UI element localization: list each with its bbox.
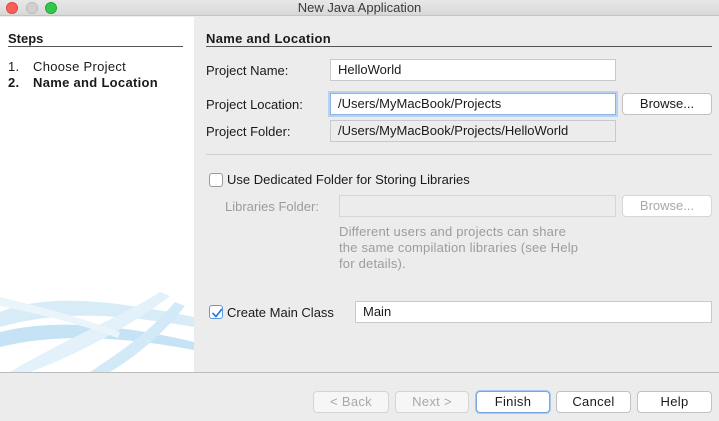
step-label: Name and Location — [33, 75, 159, 90]
libraries-help-text: Different users and projects can share t… — [339, 224, 578, 272]
wizard-footer: < Back Next > Finish Cancel Help — [0, 372, 719, 421]
help-line: for details). — [339, 256, 406, 271]
steps-title: Steps — [8, 31, 44, 46]
back-button[interactable]: < Back — [313, 391, 389, 413]
step-number: 1. — [8, 59, 20, 74]
project-location-label: Project Location: — [206, 97, 303, 112]
step-choose-project: 1. Choose Project — [8, 59, 126, 74]
steps-panel: Steps 1. Choose Project 2. Name and Locati… — [0, 17, 194, 372]
next-button[interactable]: Next > — [395, 391, 469, 413]
create-main-class-label[interactable]: Create Main Class — [227, 305, 334, 320]
create-main-class-checkbox[interactable] — [209, 305, 223, 319]
decorative-swoosh-graphic — [0, 292, 194, 372]
step-label: Choose Project — [33, 59, 127, 74]
step-number: 2. — [8, 75, 20, 90]
main-class-field[interactable]: Main — [355, 301, 712, 323]
finish-button[interactable]: Finish — [476, 391, 550, 413]
cancel-button[interactable]: Cancel — [556, 391, 631, 413]
step-name-and-location: 2. Name and Location — [8, 75, 158, 90]
steps-divider — [8, 46, 183, 47]
browse-libraries-button[interactable]: Browse... — [622, 195, 712, 217]
project-location-field[interactable]: /Users/MyMacBook/Projects — [330, 93, 616, 115]
project-folder-field: /Users/MyMacBook/Projects/HelloWorld — [330, 120, 616, 142]
dedicated-folder-checkbox[interactable] — [209, 173, 223, 187]
separator — [206, 154, 712, 155]
help-line: Different users and projects can share — [339, 224, 567, 239]
wizard-content: Name and Location Project Name: HelloWor… — [194, 17, 719, 372]
help-line: the same compilation libraries (see Help — [339, 240, 579, 255]
checkmark-icon — [212, 308, 223, 318]
section-title: Name and Location — [206, 31, 332, 46]
help-button[interactable]: Help — [637, 391, 712, 413]
dedicated-folder-label[interactable]: Use Dedicated Folder for Storing Librari… — [227, 172, 470, 187]
section-divider — [206, 46, 712, 47]
project-folder-label: Project Folder: — [206, 124, 291, 139]
browse-location-button[interactable]: Browse... — [622, 93, 712, 115]
project-name-label: Project Name: — [206, 63, 289, 78]
window-title: New Java Application — [297, 0, 422, 15]
project-name-field[interactable]: HelloWorld — [330, 59, 616, 81]
libraries-folder-label: Libraries Folder: — [225, 199, 319, 214]
title-bar: New Java Application — [0, 0, 719, 16]
libraries-folder-field[interactable] — [339, 195, 616, 217]
